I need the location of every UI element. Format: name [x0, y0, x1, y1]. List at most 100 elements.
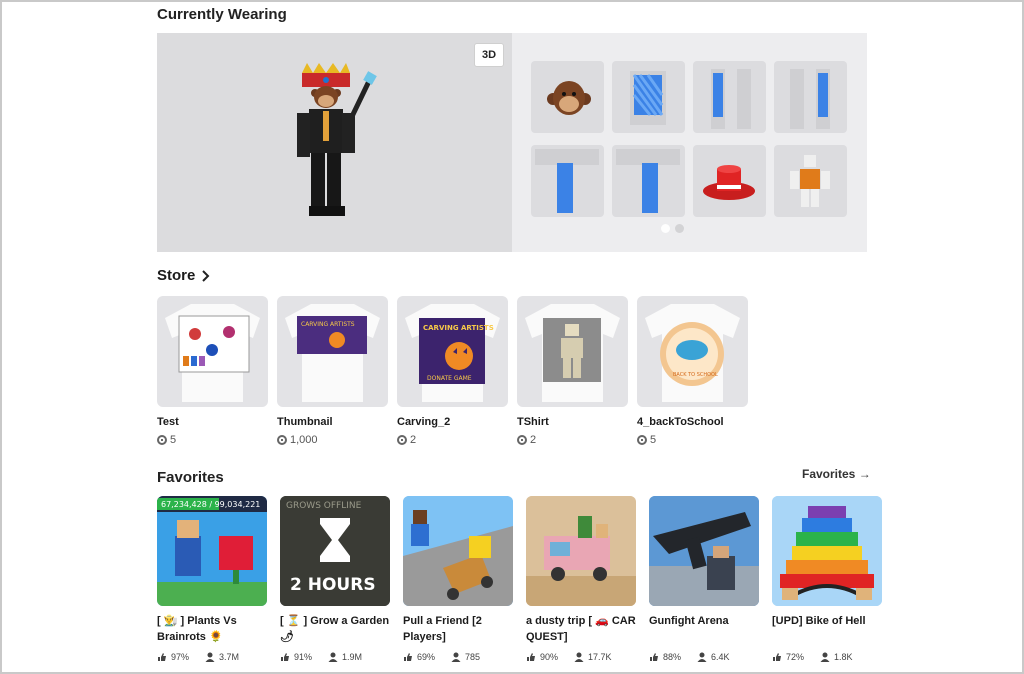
shirt-print-text: DONATE GAME: [427, 375, 472, 382]
game-card[interactable]: 67,234,428 / 99,034,221 [ 👨‍🌾 ] Plants V…: [157, 496, 267, 662]
game-art: [772, 496, 882, 606]
game-thumbnail[interactable]: 67,234,428 / 99,034,221: [157, 496, 267, 606]
worn-item-right-leg[interactable]: [612, 145, 685, 217]
shirt-print-text: CARVING ARTISTS: [301, 321, 355, 328]
players-icon: [328, 652, 338, 662]
game-card[interactable]: a dusty trip [ 🚗 CAR QUEST] 90% 17.7K: [526, 496, 636, 662]
game-title: Gunfight Arena: [649, 615, 729, 627]
game-stats: 90% 17.7K: [526, 652, 612, 662]
chevron-right-icon: [202, 269, 210, 282]
shirt-print-text: BACK TO SCHOOL: [673, 372, 718, 378]
game-card[interactable]: GROWS OFFLINE 2 HOURS [ ⏳ ] Grow a Garde…: [280, 496, 390, 662]
tshirt-icon: CARVING ARTISTS: [285, 304, 380, 402]
shirt-print-text: CARVING ARTISTS: [423, 324, 494, 332]
store-item-card[interactable]: CARVING ARTISTS Thumbnail 1,000: [277, 296, 388, 446]
price-value: 2: [530, 434, 537, 446]
game-rating: 72%: [786, 652, 805, 662]
store-item-price: 2: [397, 434, 508, 446]
game-title: [UPD] Bike of Hell: [772, 615, 866, 627]
game-title: [ 👨‍🌾 ] Plants Vs Brainrots 🌻: [157, 615, 237, 643]
game-card[interactable]: [UPD] Bike of Hell 72% 1.8K: [772, 496, 882, 662]
game-stats: 91% 1.9M: [280, 652, 362, 662]
game-title: [ ⏳ ] Grow a Garden 🌶: [280, 615, 390, 643]
thumbs-up-icon: [404, 653, 412, 661]
worn-item-avatar-bundle[interactable]: [774, 145, 847, 217]
game-thumbnail[interactable]: [649, 496, 759, 606]
game-rating: 69%: [417, 652, 436, 662]
shirt-thumbnail[interactable]: [157, 296, 268, 407]
game-title: Pull a Friend [2 Players]: [403, 615, 482, 643]
game-art: 67,234,428 / 99,034,221: [157, 496, 267, 606]
game-card[interactable]: Pull a Friend [2 Players] 69% 785: [403, 496, 513, 662]
avatar-bundle-icon: [790, 155, 830, 207]
robux-icon: [397, 435, 407, 445]
worn-items-panel: [512, 33, 867, 252]
game-banner-text: 67,234,428 / 99,034,221: [161, 500, 260, 509]
carousel-dot[interactable]: [675, 224, 684, 233]
game-stats: 97% 3.7M: [157, 652, 239, 662]
tshirt-icon: CARVING ARTISTS DONATE GAME: [405, 304, 500, 402]
players-icon: [574, 652, 584, 662]
price-value: 5: [170, 434, 177, 446]
view-3d-toggle[interactable]: 3D: [474, 43, 504, 67]
game-players: 785: [465, 652, 481, 662]
thumbs-up-icon: [158, 653, 166, 661]
worn-item-left-arm[interactable]: [693, 61, 766, 133]
hat-icon: [703, 165, 755, 200]
game-players: 6.4K: [711, 652, 730, 662]
store-item-name: Test: [157, 416, 179, 428]
game-stats: 88% 6.4K: [649, 652, 730, 662]
store-item-card[interactable]: TShirt 2: [517, 296, 628, 446]
shirt-thumbnail[interactable]: [517, 296, 628, 407]
game-art: GROWS OFFLINE 2 HOURS: [280, 496, 390, 606]
store-item-name: Carving_2: [397, 416, 451, 428]
worn-item-monkey-head[interactable]: [531, 61, 604, 133]
game-banner-text: GROWS OFFLINE: [286, 501, 362, 511]
game-thumbnail[interactable]: [403, 496, 513, 606]
arm-icon: [790, 69, 830, 129]
worn-item-red-hat[interactable]: [693, 145, 766, 217]
robux-icon: [517, 435, 527, 445]
game-art: [649, 496, 759, 606]
shirt-thumbnail[interactable]: CARVING ARTISTS DONATE GAME: [397, 296, 508, 407]
tshirt-icon: [165, 304, 260, 402]
robux-icon: [637, 435, 647, 445]
store-item-card[interactable]: CARVING ARTISTS DONATE GAME Carving_2 2: [397, 296, 508, 446]
tshirt-icon: BACK TO SCHOOL: [645, 304, 740, 402]
game-thumbnail[interactable]: GROWS OFFLINE 2 HOURS: [280, 496, 390, 606]
worn-item-blue-torso[interactable]: [612, 61, 685, 133]
arm-icon: [711, 69, 751, 129]
game-thumbnail[interactable]: [526, 496, 636, 606]
leg-icon: [535, 149, 599, 213]
shirt-thumbnail[interactable]: CARVING ARTISTS: [277, 296, 388, 407]
game-rating: 91%: [294, 652, 313, 662]
carousel-dot-active[interactable]: [661, 224, 670, 233]
worn-item-right-arm[interactable]: [774, 61, 847, 133]
game-thumbnail[interactable]: [772, 496, 882, 606]
game-art: [526, 496, 636, 606]
store-title: Store: [157, 267, 196, 284]
game-players: 1.9M: [342, 652, 363, 662]
store-header-link[interactable]: Store: [157, 267, 210, 284]
favorites-title: Favorites: [157, 469, 224, 486]
game-players: 3.7M: [219, 652, 240, 662]
thumbs-up-icon: [773, 653, 781, 661]
game-stats: 72% 1.8K: [772, 652, 853, 662]
store-item-price: 5: [637, 434, 748, 446]
shirt-thumbnail[interactable]: BACK TO SCHOOL: [637, 296, 748, 407]
favorites-see-all-link[interactable]: Favorites →: [802, 467, 871, 481]
shirt-torso-icon: [630, 71, 666, 125]
players-icon: [451, 652, 461, 662]
carousel-dots[interactable]: [661, 224, 684, 233]
avatar-preview[interactable]: 3D: [157, 33, 512, 252]
store-item-card[interactable]: Test 5: [157, 296, 268, 446]
worn-item-left-leg[interactable]: [531, 145, 604, 217]
robux-icon: [277, 435, 287, 445]
game-rating: 88%: [663, 652, 682, 662]
monkey-head-icon: [547, 81, 591, 115]
store-item-card[interactable]: BACK TO SCHOOL 4_backToSchool 5: [637, 296, 748, 446]
game-card[interactable]: Gunfight Arena 88% 6.4K: [649, 496, 759, 662]
price-value: 2: [410, 434, 417, 446]
players-icon: [205, 652, 215, 662]
store-item-price: 2: [517, 434, 628, 446]
